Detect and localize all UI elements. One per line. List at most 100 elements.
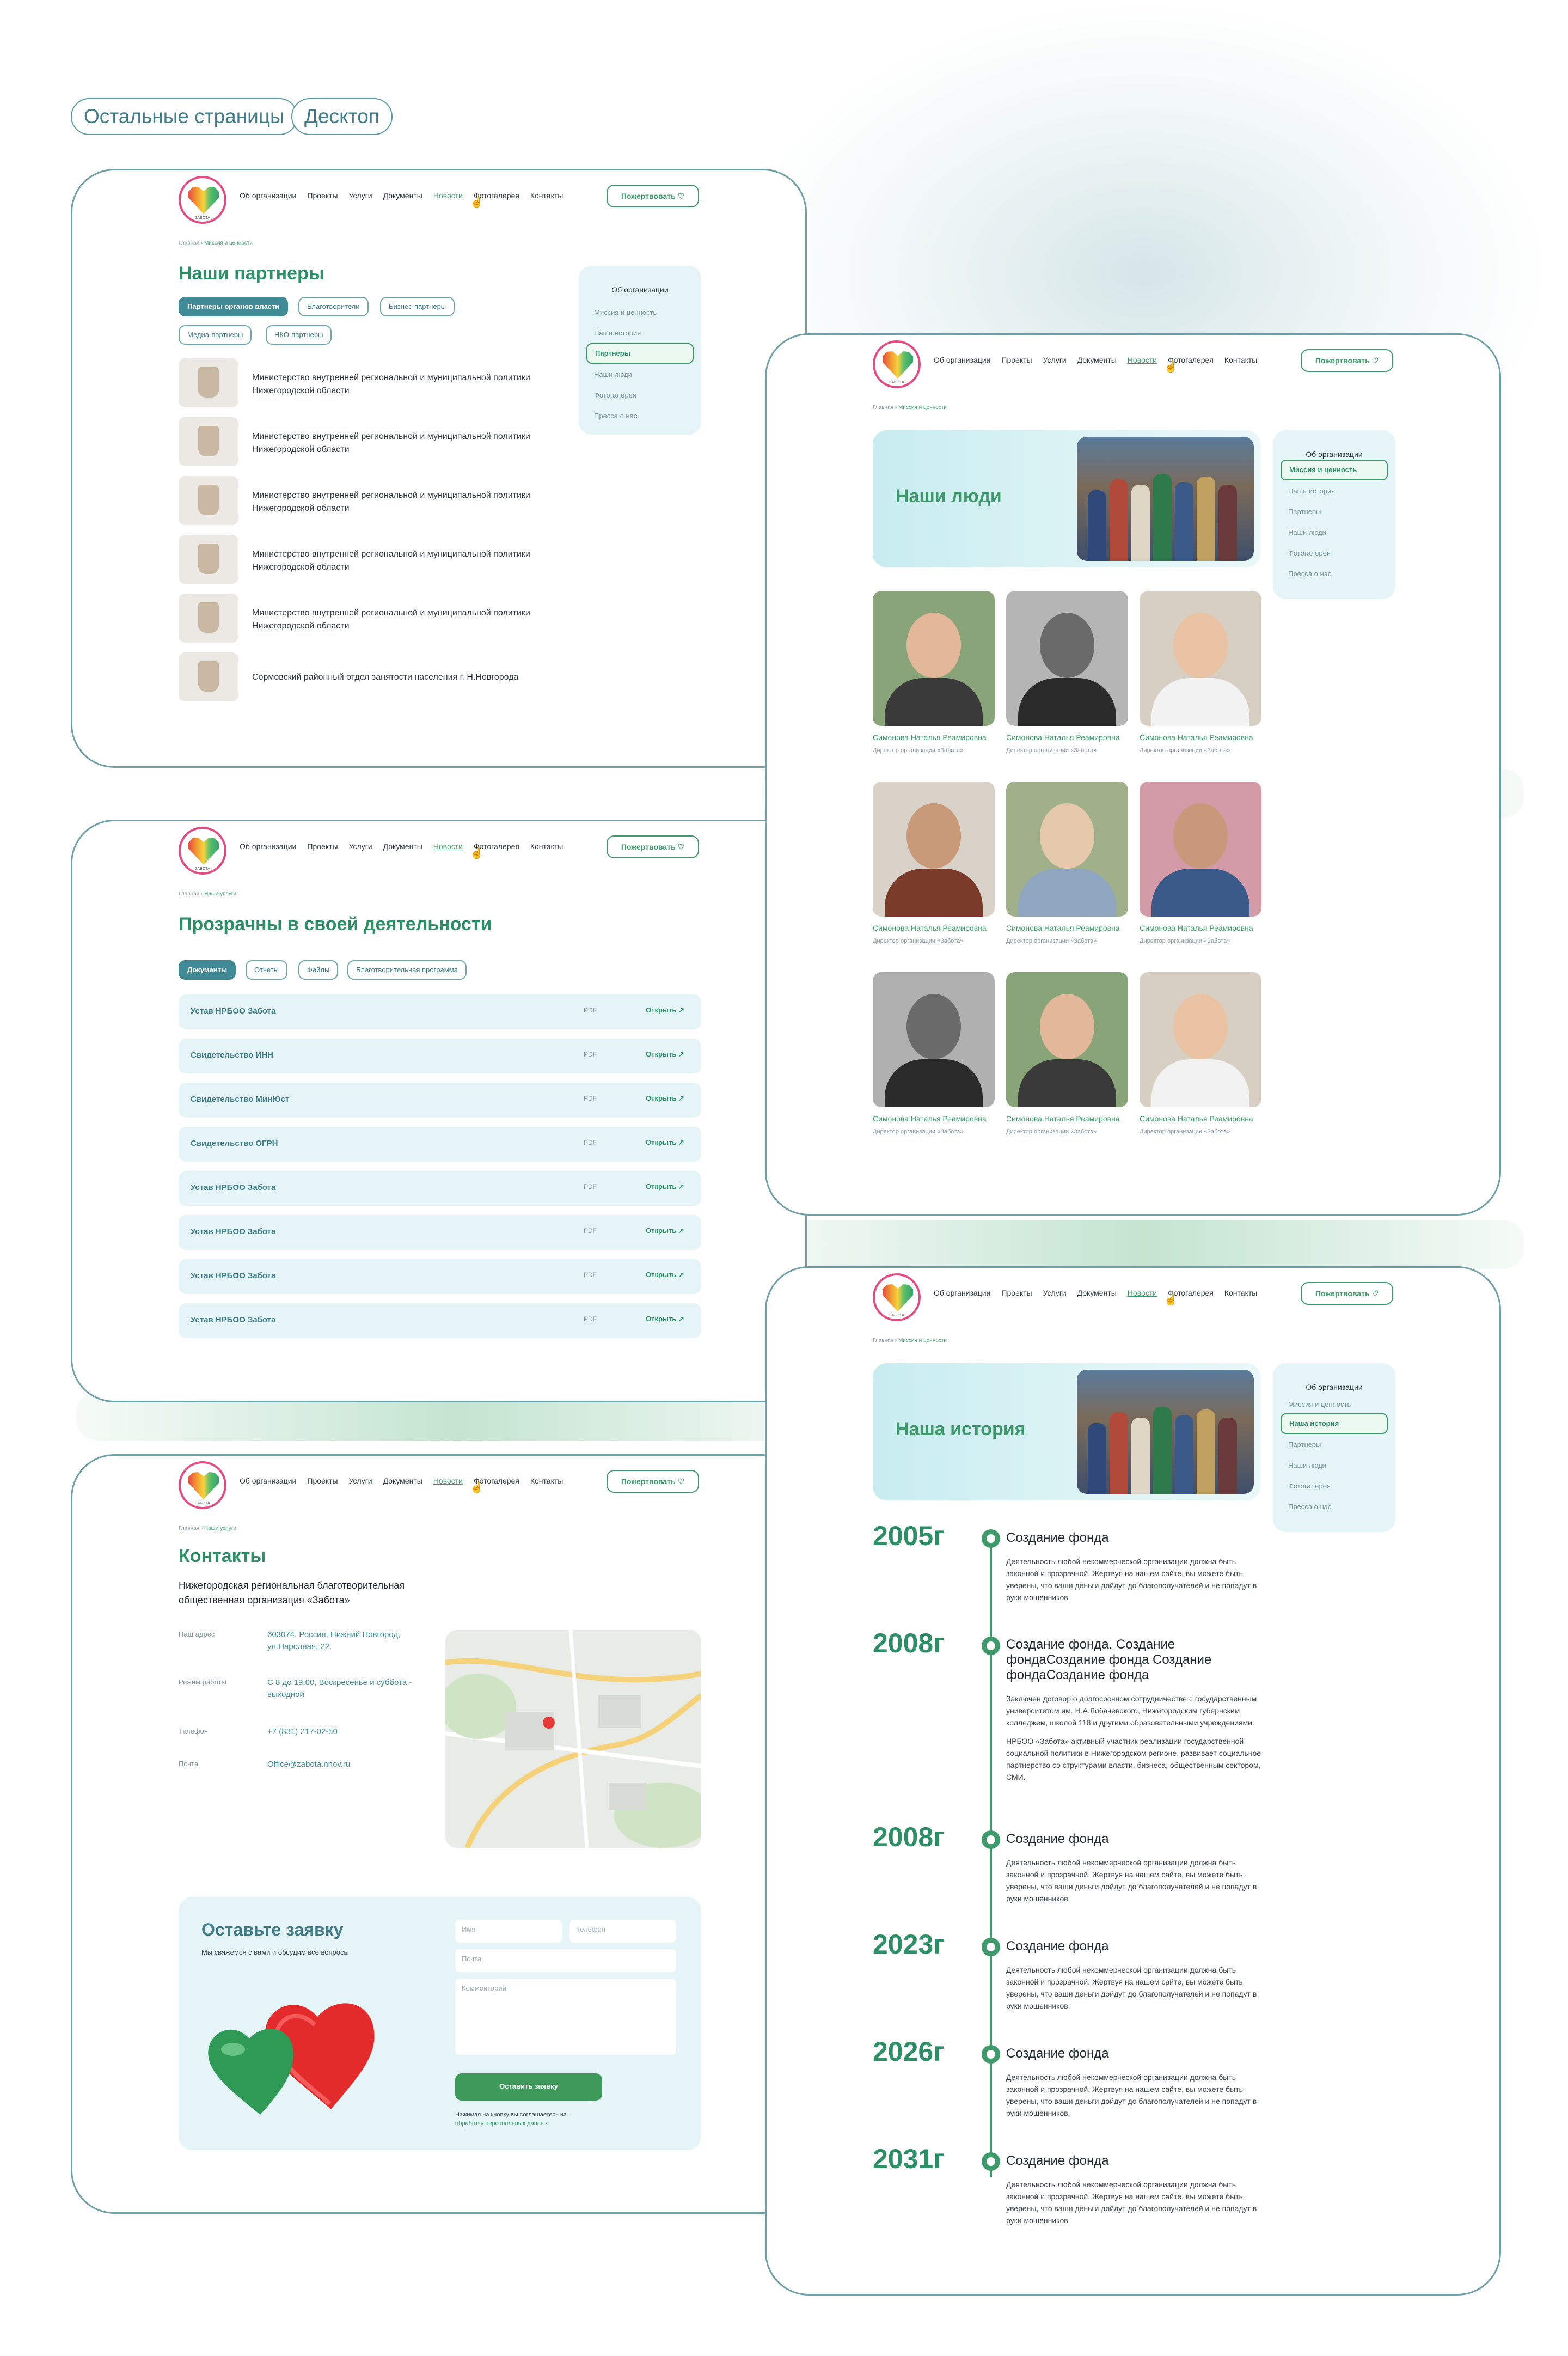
logo[interactable]: ЗАБОТА xyxy=(179,827,226,875)
sidebar-item-gallery[interactable]: Фотогалерея xyxy=(594,391,636,399)
sidebar-item-partners[interactable]: Партнеры xyxy=(586,343,694,364)
nav-documents[interactable]: Документы xyxy=(1077,1289,1117,1297)
partner-item[interactable]: Министерство внутренней региональной и м… xyxy=(179,476,560,525)
nav-news[interactable]: Новости xyxy=(1128,356,1157,364)
open-link[interactable]: Открыть ↗ xyxy=(646,1006,684,1015)
nav-about[interactable]: Об организации xyxy=(934,1289,990,1297)
nav-documents[interactable]: Документы xyxy=(383,191,422,200)
nav-services[interactable]: Услуги xyxy=(349,1476,372,1485)
sidebar-item-people[interactable]: Наши люди xyxy=(1288,528,1326,536)
nav-documents[interactable]: Документы xyxy=(383,842,422,851)
sidebar-item-history[interactable]: Наша история xyxy=(594,329,641,337)
open-link[interactable]: Открыть ↗ xyxy=(646,1271,684,1279)
phone-value[interactable]: +7 (831) 217-02-50 xyxy=(267,1726,442,1738)
sidebar-item-history[interactable]: Наша история xyxy=(1281,1413,1388,1434)
sidebar-item-mission[interactable]: Миссия и ценность xyxy=(1281,460,1388,480)
nav-services[interactable]: Услуги xyxy=(349,191,372,200)
breadcrumb-home[interactable]: Главная xyxy=(179,891,199,897)
open-link[interactable]: Открыть ↗ xyxy=(646,1138,684,1147)
open-link[interactable]: Открыть ↗ xyxy=(646,1050,684,1059)
nav-projects[interactable]: Проекты xyxy=(1001,1289,1032,1297)
breadcrumb-home[interactable]: Главная xyxy=(179,1525,199,1531)
donate-button[interactable]: Пожертвовать ♡ xyxy=(607,185,699,207)
sidebar-item-people[interactable]: Наши люди xyxy=(594,370,632,379)
email-value[interactable]: Office@zabota.nnov.ru xyxy=(267,1759,442,1771)
sidebar-item-history[interactable]: Наша история xyxy=(1288,487,1335,495)
nav-projects[interactable]: Проекты xyxy=(1001,356,1032,364)
logo[interactable]: ЗАБОТА xyxy=(873,1273,921,1321)
open-link[interactable]: Открыть ↗ xyxy=(646,1094,684,1103)
name-input[interactable]: Имя xyxy=(455,1920,562,1943)
nav-services[interactable]: Услуги xyxy=(1043,1289,1067,1297)
sidebar-item-partners[interactable]: Партнеры xyxy=(1288,1441,1321,1449)
donate-button[interactable]: Пожертвовать ♡ xyxy=(607,835,699,858)
tab-reports[interactable]: Отчеты xyxy=(246,960,287,980)
breadcrumb-home[interactable]: Главная xyxy=(873,1338,893,1344)
filter-business[interactable]: Бизнес-партнеры xyxy=(380,297,455,316)
person-card[interactable]: Симонова Наталья Реамировна Директор орга… xyxy=(873,591,995,754)
nav-projects[interactable]: Проекты xyxy=(307,1476,338,1485)
logo[interactable]: ЗАБОТА xyxy=(873,340,921,388)
nav-about[interactable]: Об организации xyxy=(240,191,296,200)
nav-news[interactable]: Новости xyxy=(433,842,463,851)
nav-about[interactable]: Об организации xyxy=(240,842,296,851)
submit-request-button[interactable]: Оставить заявку xyxy=(455,2073,602,2101)
donate-button[interactable]: Пожертвовать ♡ xyxy=(607,1470,699,1493)
sidebar-item-gallery[interactable]: Фотогалерея xyxy=(1288,1482,1331,1490)
sidebar-item-partners[interactable]: Партнеры xyxy=(1288,508,1321,516)
comment-textarea[interactable]: Комментарий xyxy=(455,1979,676,2055)
nav-about[interactable]: Об организации xyxy=(934,356,990,364)
person-card[interactable]: Симонова Наталья Реамировна Директор орга… xyxy=(1006,782,1128,944)
sidebar-item-people[interactable]: Наши люди xyxy=(1288,1461,1326,1469)
partner-item[interactable]: Министерство внутренней региональной и м… xyxy=(179,358,560,407)
person-card[interactable]: Симонова Наталья Реамировна Директор орга… xyxy=(873,782,995,944)
sidebar-item-mission[interactable]: Миссия и ценность xyxy=(594,308,657,316)
partner-item[interactable]: Министерство внутренней региональной и м… xyxy=(179,594,560,643)
open-link[interactable]: Открыть ↗ xyxy=(646,1182,684,1191)
nav-contacts[interactable]: Контакты xyxy=(1224,1289,1257,1297)
logo[interactable]: ЗАБОТА xyxy=(179,176,226,224)
tab-files[interactable]: Файлы xyxy=(298,960,339,980)
donate-button[interactable]: Пожертвовать ♡ xyxy=(1301,349,1393,372)
partner-item[interactable]: Сормовский районный отдел занятости насе… xyxy=(179,652,560,701)
tab-documents[interactable]: Документы xyxy=(179,960,236,980)
breadcrumb-home[interactable]: Главная xyxy=(873,405,893,411)
location-map[interactable] xyxy=(445,1630,701,1848)
tab-program[interactable]: Благотворительная программа xyxy=(347,960,467,980)
nav-projects[interactable]: Проекты xyxy=(307,842,338,851)
nav-contacts[interactable]: Контакты xyxy=(530,842,563,851)
person-card[interactable]: Симонова Наталья Реамировна Директор орга… xyxy=(1140,591,1261,754)
nav-news[interactable]: Новости xyxy=(433,191,463,200)
sidebar-item-gallery[interactable]: Фотогалерея xyxy=(1288,549,1331,557)
open-link[interactable]: Открыть ↗ xyxy=(646,1315,684,1323)
person-card[interactable]: Симонова Наталья Реамировна Директор орга… xyxy=(1140,782,1261,944)
filter-gov-partners[interactable]: Партнеры органов власти xyxy=(179,297,289,316)
nav-documents[interactable]: Документы xyxy=(1077,356,1117,364)
nav-services[interactable]: Услуги xyxy=(1043,356,1067,364)
logo[interactable]: ЗАБОТА xyxy=(179,1461,226,1509)
email-input[interactable]: Почта xyxy=(455,1949,676,1972)
sidebar-item-mission[interactable]: Миссия и ценность xyxy=(1288,1400,1351,1408)
nav-projects[interactable]: Проекты xyxy=(307,191,338,200)
nav-contacts[interactable]: Контакты xyxy=(530,191,563,200)
privacy-link[interactable]: обработку персональных данных xyxy=(455,2120,548,2127)
filter-donors[interactable]: Благотворители xyxy=(298,297,369,316)
person-card[interactable]: Симонова Наталья Реамировна Директор орга… xyxy=(873,972,995,1135)
filter-media[interactable]: Медиа-партнеры xyxy=(179,325,252,345)
nav-about[interactable]: Об организации xyxy=(240,1476,296,1485)
filter-nko[interactable]: НКО-партнеры xyxy=(266,325,332,345)
nav-documents[interactable]: Документы xyxy=(383,1476,422,1485)
person-card[interactable]: Симонова Наталья Реамировна Директор орга… xyxy=(1140,972,1261,1135)
nav-news[interactable]: Новости xyxy=(433,1476,463,1485)
nav-services[interactable]: Услуги xyxy=(349,842,372,851)
sidebar-item-press[interactable]: Пресса о нас xyxy=(1288,1503,1331,1511)
sidebar-item-press[interactable]: Пресса о нас xyxy=(594,412,637,420)
person-card[interactable]: Симонова Наталья Реамировна Директор орга… xyxy=(1006,972,1128,1135)
sidebar-item-press[interactable]: Пресса о нас xyxy=(1288,570,1331,578)
donate-button[interactable]: Пожертвовать ♡ xyxy=(1301,1282,1393,1305)
nav-contacts[interactable]: Контакты xyxy=(1224,356,1257,364)
partner-item[interactable]: Министерство внутренней региональной и м… xyxy=(179,417,560,466)
partner-item[interactable]: Министерство внутренней региональной и м… xyxy=(179,535,560,584)
nav-contacts[interactable]: Контакты xyxy=(530,1476,563,1485)
open-link[interactable]: Открыть ↗ xyxy=(646,1226,684,1235)
